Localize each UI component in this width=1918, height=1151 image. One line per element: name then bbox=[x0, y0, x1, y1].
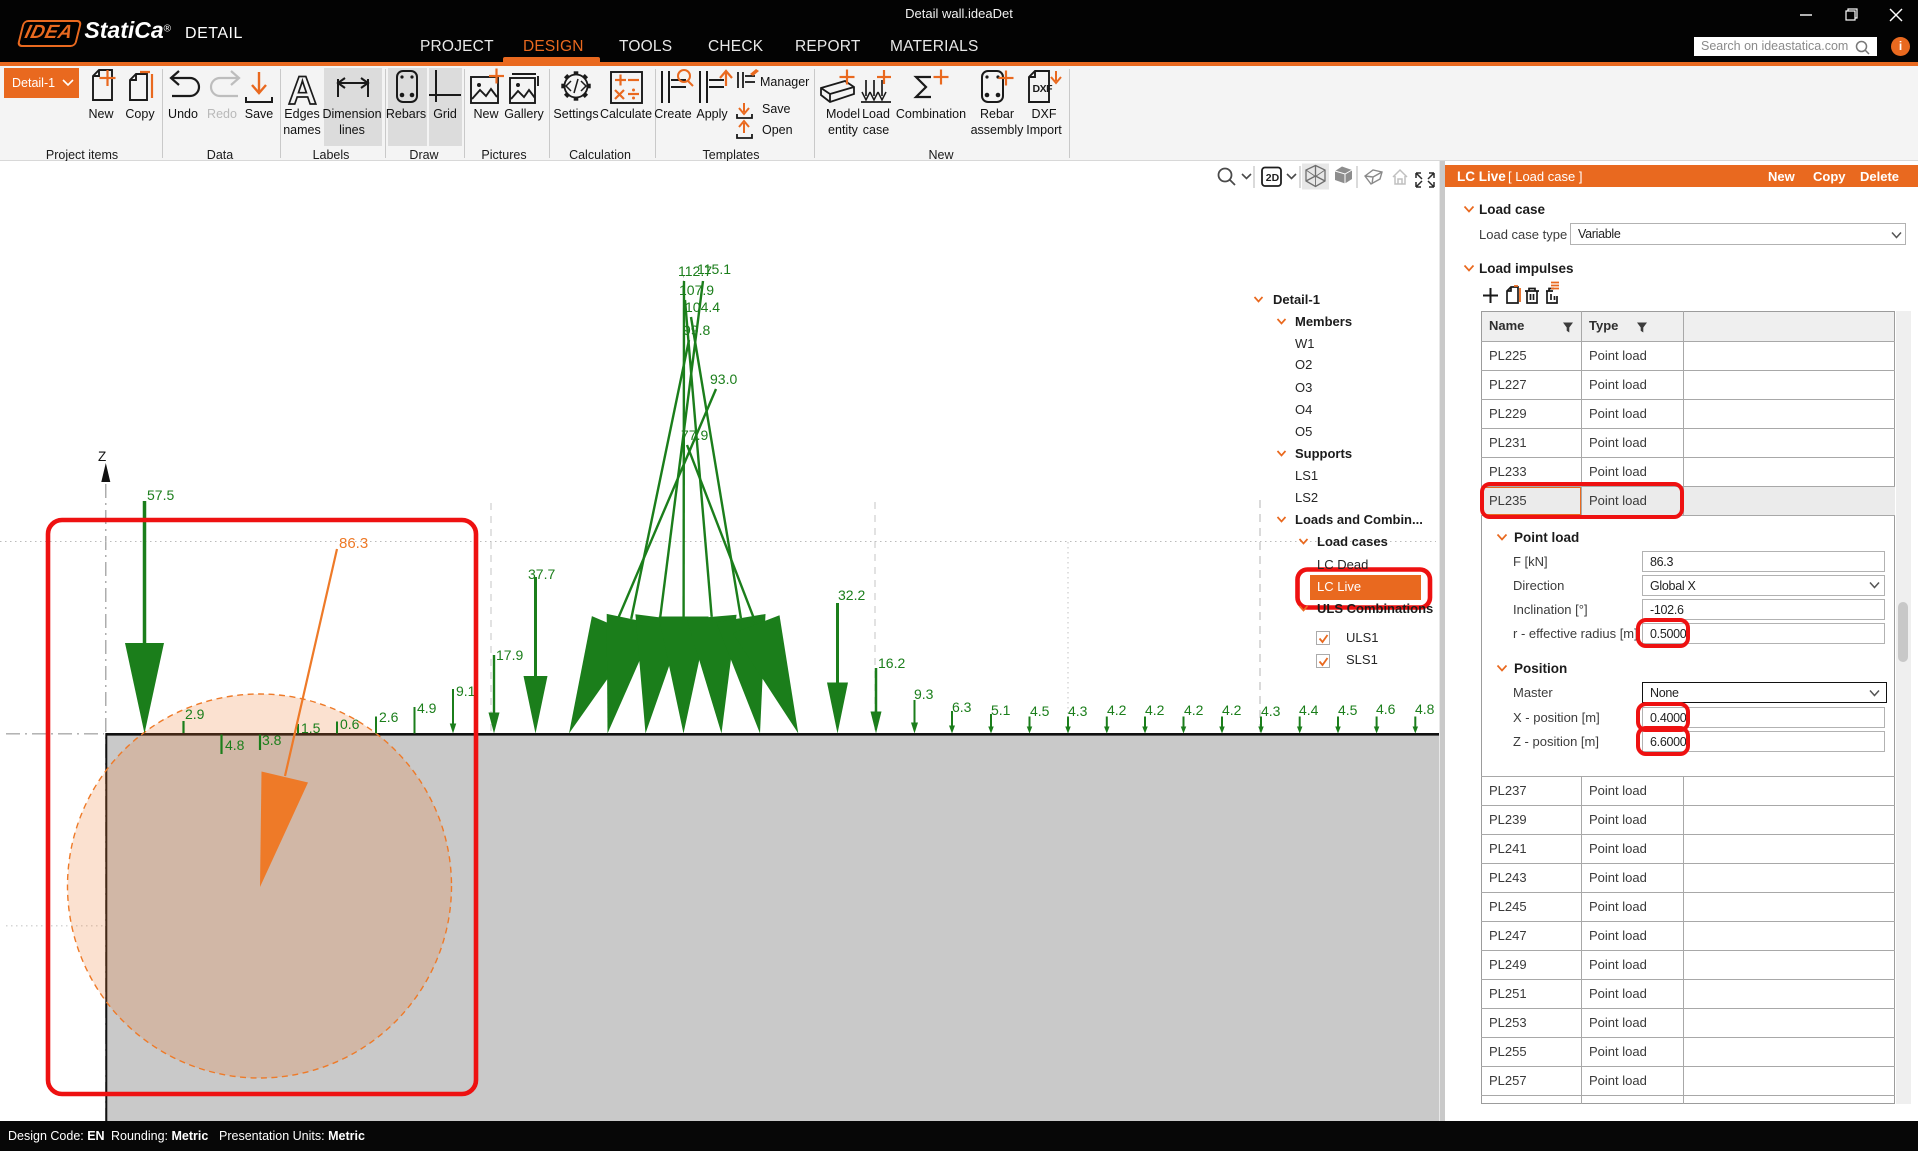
svg-text:4.5: 4.5 bbox=[1030, 703, 1050, 719]
svg-text:4.4: 4.4 bbox=[1299, 702, 1319, 718]
svg-text:4.8: 4.8 bbox=[225, 737, 245, 753]
svg-text:57.5: 57.5 bbox=[147, 487, 174, 503]
svg-text:4.3: 4.3 bbox=[1261, 703, 1281, 719]
svg-text:Z: Z bbox=[98, 449, 106, 464]
svg-text:9.1: 9.1 bbox=[456, 683, 476, 699]
svg-text:5.1: 5.1 bbox=[991, 702, 1011, 718]
svg-text:32.2: 32.2 bbox=[838, 587, 865, 603]
svg-text:4.2: 4.2 bbox=[1222, 702, 1242, 718]
svg-text:4.9: 4.9 bbox=[417, 700, 437, 716]
svg-text:77.9: 77.9 bbox=[681, 427, 708, 443]
svg-text:6.3: 6.3 bbox=[952, 699, 972, 715]
svg-text:9.3: 9.3 bbox=[914, 686, 934, 702]
svg-text:37.7: 37.7 bbox=[528, 566, 555, 582]
svg-text:3.8: 3.8 bbox=[262, 732, 282, 748]
svg-text:86.3: 86.3 bbox=[339, 535, 368, 552]
svg-text:4.6: 4.6 bbox=[1376, 701, 1396, 717]
svg-text:1.5: 1.5 bbox=[301, 720, 321, 736]
svg-text:4.3: 4.3 bbox=[1068, 703, 1088, 719]
svg-text:2.9: 2.9 bbox=[185, 706, 205, 722]
svg-text:4.8: 4.8 bbox=[1415, 701, 1435, 717]
svg-text:0.6: 0.6 bbox=[340, 716, 360, 732]
svg-text:4.5: 4.5 bbox=[1338, 702, 1358, 718]
svg-text:4.2: 4.2 bbox=[1107, 702, 1127, 718]
svg-text:17.9: 17.9 bbox=[496, 647, 523, 663]
svg-text:16.2: 16.2 bbox=[878, 655, 905, 671]
svg-text:4.2: 4.2 bbox=[1145, 702, 1165, 718]
svg-text:2.6: 2.6 bbox=[379, 709, 399, 725]
svg-text:4.2: 4.2 bbox=[1184, 702, 1204, 718]
